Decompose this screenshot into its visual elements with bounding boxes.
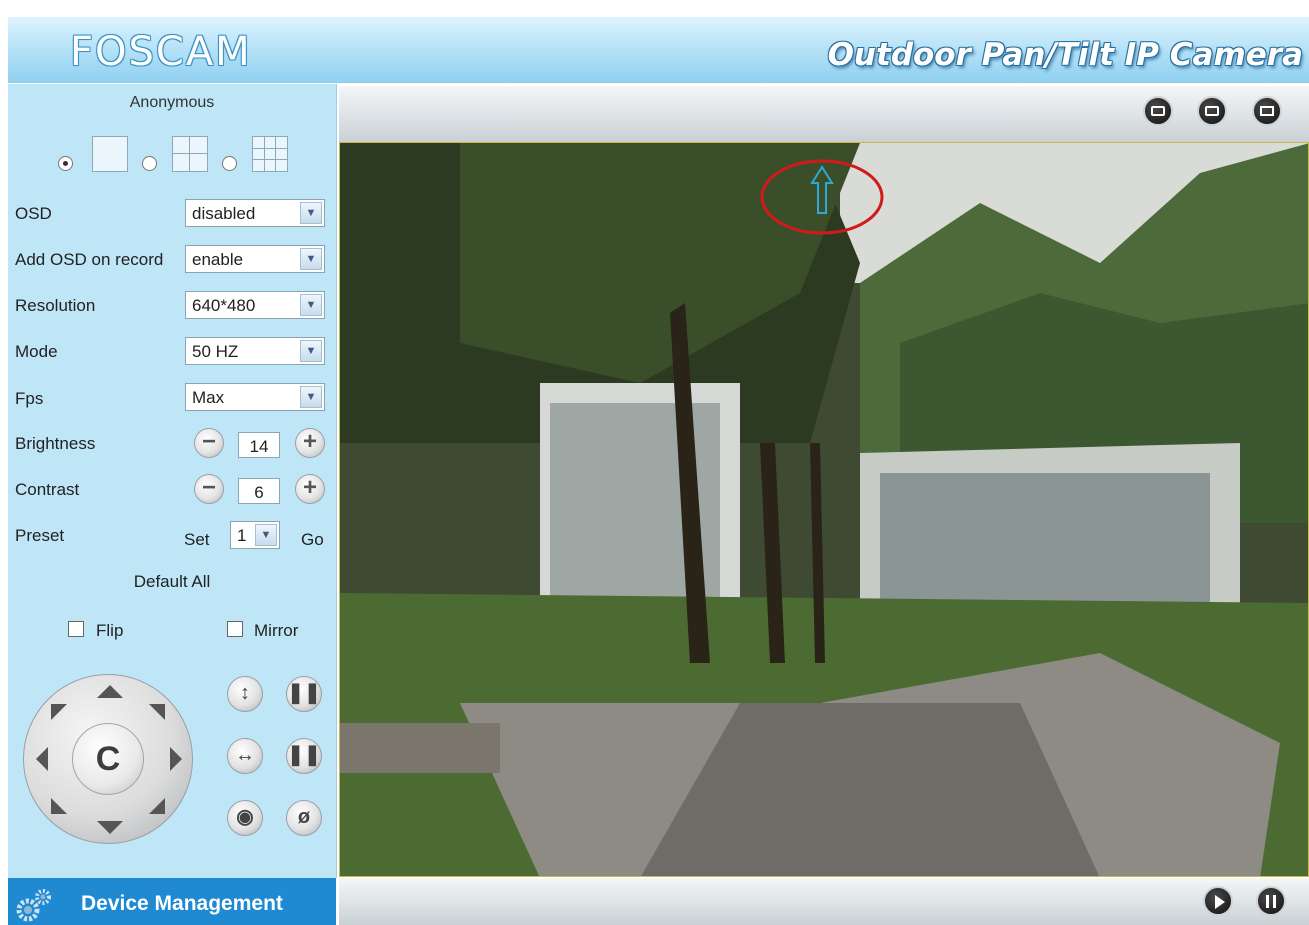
ptz-direction-pad[interactable]: C <box>23 674 193 844</box>
video-bottom-toolbar <box>339 878 1309 925</box>
brightness-label: Brightness <box>15 434 96 453</box>
foscam-logo: FOSCAM <box>70 29 252 75</box>
preset-go-button[interactable]: Go <box>301 530 324 550</box>
fps-value: Max <box>192 388 225 407</box>
control-sidebar: Anonymous OSD disabled ▼ Add OSD on reco… <box>8 84 337 878</box>
contrast-value[interactable]: 6 <box>238 478 280 504</box>
preset-select[interactable]: 1 ▼ <box>230 521 280 549</box>
osd-value: disabled <box>192 204 256 223</box>
record-icon[interactable] <box>1143 96 1173 126</box>
stop-icon[interactable] <box>1256 886 1286 916</box>
mode-label: Mode <box>15 342 58 361</box>
arrow-up-right-icon[interactable] <box>149 704 165 720</box>
device-management-button[interactable]: Device Management <box>8 878 336 925</box>
chevron-down-icon[interactable]: ▼ <box>300 248 322 270</box>
fps-select[interactable]: Max ▼ <box>185 383 325 411</box>
arrow-right-icon[interactable] <box>170 747 182 771</box>
arrow-down-left-icon[interactable] <box>51 798 67 814</box>
center-button[interactable]: C <box>72 723 144 795</box>
brightness-increase-button[interactable]: + <box>295 428 325 458</box>
chevron-down-icon[interactable]: ▼ <box>255 524 277 546</box>
osd-label: OSD <box>15 204 52 223</box>
contrast-decrease-button[interactable]: − <box>194 474 224 504</box>
brightness-decrease-button[interactable]: − <box>194 428 224 458</box>
contrast-label: Contrast <box>15 480 80 499</box>
resolution-label: Resolution <box>15 296 96 315</box>
gear-icon <box>16 889 51 922</box>
user-label: Anonymous <box>129 94 215 111</box>
chevron-down-icon[interactable]: ▼ <box>300 294 322 316</box>
osd-record-select[interactable]: enable ▼ <box>185 245 325 273</box>
chevron-down-icon[interactable]: ▼ <box>300 340 322 362</box>
preset-label: Preset <box>15 526 65 545</box>
fullscreen-icon[interactable] <box>1252 96 1282 126</box>
flip-label: Flip <box>96 621 124 640</box>
layout-9-radio[interactable] <box>222 156 237 171</box>
layout-9-icon[interactable] <box>252 136 288 172</box>
arrow-left-icon[interactable] <box>36 747 48 771</box>
preset-value: 1 <box>237 526 247 545</box>
device-management-label: Device Management <box>81 892 283 915</box>
arrow-up-left-icon[interactable] <box>51 704 67 720</box>
video-top-toolbar <box>339 86 1309 142</box>
layout-1-icon[interactable] <box>92 136 128 172</box>
resolution-select[interactable]: 640*480 ▼ <box>185 291 325 319</box>
play-icon[interactable] <box>1203 886 1233 916</box>
mode-select[interactable]: 50 HZ ▼ <box>185 337 325 365</box>
arrow-down-icon[interactable] <box>97 821 123 834</box>
chevron-down-icon[interactable]: ▼ <box>300 386 322 408</box>
header-banner: FOSCAM Outdoor Pan/Tilt IP Camera <box>8 17 1309 83</box>
osd-select[interactable]: disabled ▼ <box>185 199 325 227</box>
brightness-value[interactable]: 14 <box>238 432 280 458</box>
layout-4-radio[interactable] <box>142 156 157 171</box>
stop-horizontal-patrol-icon[interactable]: ❚❚ <box>286 738 322 774</box>
contrast-increase-button[interactable]: + <box>295 474 325 504</box>
live-video-view[interactable] <box>339 142 1309 877</box>
chevron-down-icon[interactable]: ▼ <box>300 202 322 224</box>
ir-off-eye-icon[interactable]: ø <box>286 800 322 836</box>
layout-4-icon[interactable] <box>172 136 208 172</box>
preset-set-button[interactable]: Set <box>184 530 210 550</box>
arrow-up-icon[interactable] <box>97 685 123 698</box>
arrow-down-right-icon[interactable] <box>149 798 165 814</box>
snapshot-icon[interactable] <box>1197 96 1227 126</box>
layout-1-radio[interactable] <box>58 156 73 171</box>
stop-vertical-patrol-icon[interactable]: ❚❚ <box>286 676 322 712</box>
product-title: Outdoor Pan/Tilt IP Camera <box>827 37 1303 73</box>
mode-value: 50 HZ <box>192 342 239 361</box>
mirror-checkbox[interactable] <box>227 621 243 637</box>
camera-scene-image <box>340 143 1308 876</box>
default-all-button[interactable]: Default All <box>8 572 336 592</box>
osd-record-value: enable <box>192 250 244 269</box>
fps-label: Fps <box>15 389 44 408</box>
ir-on-eye-icon[interactable]: ◉ <box>227 800 263 836</box>
resolution-value: 640*480 <box>192 296 256 315</box>
vertical-patrol-icon[interactable]: ↕ <box>227 676 263 712</box>
osd-record-label: Add OSD on record <box>15 250 164 269</box>
arrow-up-icon <box>810 165 834 214</box>
mirror-label: Mirror <box>254 621 299 640</box>
flip-checkbox[interactable] <box>68 621 84 637</box>
horizontal-patrol-icon[interactable]: ↔ <box>227 738 263 774</box>
